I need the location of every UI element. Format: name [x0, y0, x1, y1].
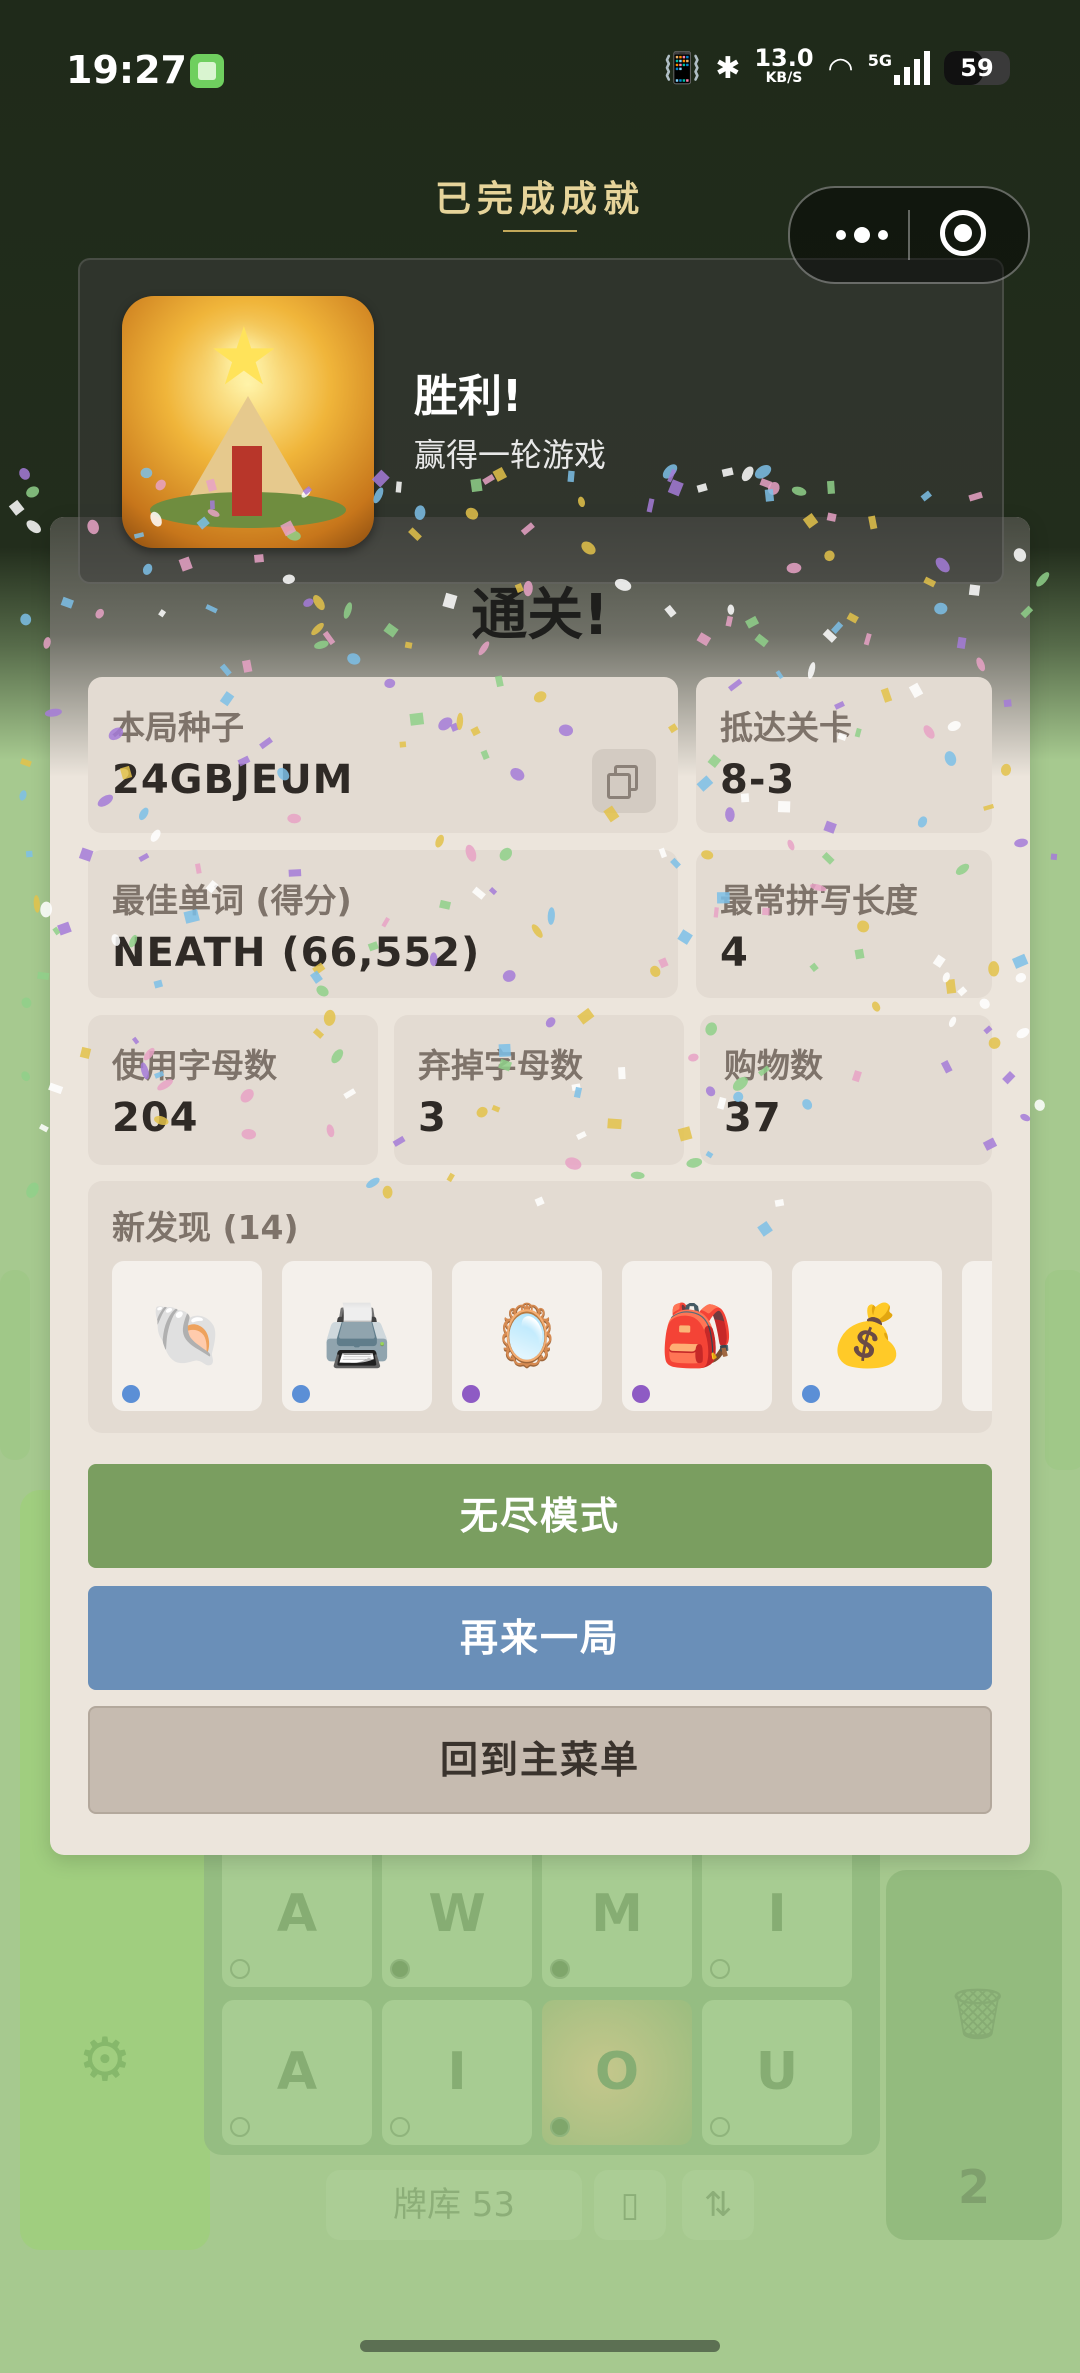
gear-icon: ⚙: [78, 2025, 132, 2095]
letters-used-value: 204: [112, 1095, 199, 1141]
seed-value: 24GBJEUM: [112, 757, 354, 803]
rarity-dot: [292, 1385, 310, 1403]
letter-tile: U: [702, 2000, 852, 2145]
signal-icon: [894, 51, 930, 85]
play-again-button[interactable]: 再来一局: [88, 1586, 992, 1690]
mini-program-capsule: [788, 186, 1030, 284]
trash-icon: 🗑: [946, 1985, 1010, 2043]
discard-count: 2: [957, 2160, 990, 2214]
network-type: 5G: [867, 51, 892, 70]
shell-icon: 🐚: [149, 1301, 225, 1371]
mirror-icon: 🪞: [489, 1301, 565, 1371]
discovery-item[interactable]: 🪞: [452, 1261, 602, 1411]
discovery-item[interactable]: 🎒: [622, 1261, 772, 1411]
letter-tile: I: [702, 1842, 852, 1987]
deck-button: 牌库 53: [326, 2170, 582, 2240]
level-card: 抵达关卡 8-3: [696, 677, 992, 833]
letter-tile-grid: A W M I A I O U: [204, 1830, 880, 2155]
letters-discarded-card: 弃掉字母数 3: [394, 1015, 684, 1165]
letter-tile: I: [382, 2000, 532, 2145]
wifi-icon: ◠: [827, 50, 854, 86]
status-time: 19:27: [66, 48, 187, 92]
letter-tile: A: [222, 1842, 372, 1987]
rarity-dot: [632, 1385, 650, 1403]
rarity-dot: [802, 1385, 820, 1403]
discoveries-label: 新发现 (14): [112, 1208, 299, 1247]
rarity-dot: [122, 1385, 140, 1403]
network-speed: 13.0 KB/S: [754, 44, 814, 88]
discovery-item-partial[interactable]: [962, 1261, 992, 1411]
swap-icon: ⇅: [682, 2170, 754, 2240]
discoveries-section: 新发现 (14) 🐚 🖨️ 🪞 🎒 💰: [88, 1181, 992, 1433]
purchases-label: 购物数: [724, 1046, 823, 1085]
copy-seed-button[interactable]: [592, 749, 656, 813]
network-speed-value: 13.0: [754, 44, 814, 72]
best-word-card: 最佳单词 (得分) NEATH (66,552): [88, 850, 678, 998]
purchases-value: 37: [724, 1095, 782, 1141]
achievement-card: ★ 胜利! 赢得一轮游戏: [78, 258, 1004, 584]
app-notification-icon: [190, 54, 224, 88]
money-bag-icon: 💰: [829, 1301, 905, 1371]
best-word-value: NEATH (66,552): [112, 930, 481, 976]
discovery-item[interactable]: 🐚: [112, 1261, 262, 1411]
letters-used-card: 使用字母数 204: [88, 1015, 378, 1165]
trophy-pyramid-icon: ★: [122, 296, 374, 548]
vibrate-icon: 📳: [663, 50, 702, 86]
bluetooth-icon: ✱: [715, 50, 741, 86]
home-indicator[interactable]: [360, 2340, 720, 2352]
backpack-icon: 🎒: [659, 1301, 735, 1371]
close-mini-program-icon[interactable]: [940, 210, 986, 256]
letters-discarded-value: 3: [418, 1095, 447, 1141]
common-length-value: 4: [720, 930, 749, 976]
common-length-card: 最常拼写长度 4: [696, 850, 992, 998]
letters-discarded-label: 弃掉字母数: [418, 1046, 583, 1085]
battery-icon: 59: [944, 51, 1010, 85]
letter-tile: M: [542, 1842, 692, 1987]
title-underline: [503, 230, 577, 232]
common-length-label: 最常拼写长度: [720, 881, 918, 920]
discovery-item[interactable]: 🖨️: [282, 1261, 432, 1411]
discovery-item[interactable]: 💰: [792, 1261, 942, 1411]
achievement-description: 赢得一轮游戏: [414, 436, 607, 474]
printer-icon: 🖨️: [319, 1301, 395, 1371]
level-value: 8-3: [720, 757, 796, 803]
capsule-divider: [908, 210, 910, 260]
letters-used-label: 使用字母数: [112, 1046, 277, 1085]
background-card: [0, 1270, 30, 1460]
background-card: [1045, 1270, 1080, 1470]
achievement-heading: 胜利!: [414, 371, 523, 422]
main-menu-button[interactable]: 回到主菜单: [88, 1706, 992, 1814]
seed-label: 本局种子: [112, 708, 244, 747]
letter-tile: W: [382, 1842, 532, 1987]
level-label: 抵达关卡: [720, 708, 852, 747]
more-options-icon[interactable]: [820, 188, 904, 282]
battery-level: 59: [960, 54, 994, 82]
best-word-label: 最佳单词 (得分): [112, 881, 352, 920]
rarity-dot: [462, 1385, 480, 1403]
status-bar: 19:27 📳 ✱ 13.0 KB/S ◠ 5G 59: [0, 0, 1080, 140]
endless-mode-button[interactable]: 无尽模式: [88, 1464, 992, 1568]
letter-tile: A: [222, 2000, 372, 2145]
purchases-card: 购物数 37: [700, 1015, 992, 1165]
letter-tile: O: [542, 2000, 692, 2145]
seed-card: 本局种子 24GBJEUM: [88, 677, 678, 833]
bookmark-icon: ▯: [594, 2170, 666, 2240]
